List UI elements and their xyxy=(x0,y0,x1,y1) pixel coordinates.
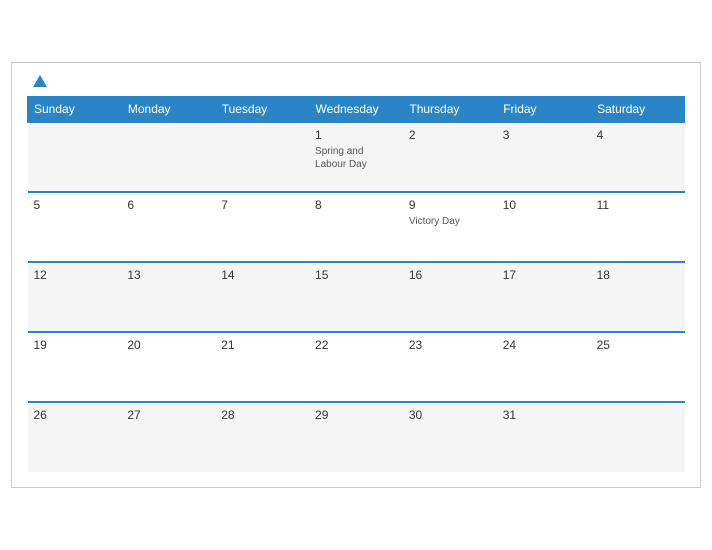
calendar-cell: 19 xyxy=(28,332,122,402)
calendar-cell xyxy=(215,122,309,192)
calendar-cell: 7 xyxy=(215,192,309,262)
calendar-container: SundayMondayTuesdayWednesdayThursdayFrid… xyxy=(11,62,701,488)
day-number: 4 xyxy=(597,128,679,142)
day-number: 13 xyxy=(127,268,209,282)
day-number: 19 xyxy=(34,338,116,352)
weekday-header-thursday: Thursday xyxy=(403,97,497,123)
calendar-cell: 13 xyxy=(121,262,215,332)
week-row-2: 56789 Victory Day 10 11 xyxy=(28,192,685,262)
day-number: 18 xyxy=(597,268,679,282)
day-number: 9 xyxy=(409,198,491,212)
day-number: 28 xyxy=(221,408,303,422)
calendar-cell: 21 xyxy=(215,332,309,402)
day-number: 30 xyxy=(409,408,491,422)
calendar-cell: 29 xyxy=(309,402,403,472)
day-number: 14 xyxy=(221,268,303,282)
calendar-cell: 4 xyxy=(591,122,685,192)
day-number: 17 xyxy=(503,268,585,282)
day-number: 21 xyxy=(221,338,303,352)
day-number: 27 xyxy=(127,408,209,422)
calendar-cell: 28 xyxy=(215,402,309,472)
calendar-cell: 5 xyxy=(28,192,122,262)
day-number: 10 xyxy=(503,198,585,212)
calendar-cell: 17 xyxy=(497,262,591,332)
calendar-cell: 6 xyxy=(121,192,215,262)
week-row-4: 19 20 21 22 23 24 25 xyxy=(28,332,685,402)
calendar-cell xyxy=(591,402,685,472)
weekday-header-friday: Friday xyxy=(497,97,591,123)
weekday-header-row: SundayMondayTuesdayWednesdayThursdayFrid… xyxy=(28,97,685,123)
day-number: 26 xyxy=(34,408,116,422)
holiday-text: Victory Day xyxy=(409,215,491,228)
day-number: 25 xyxy=(597,338,679,352)
calendar-cell: 25 xyxy=(591,332,685,402)
day-number: 1 xyxy=(315,128,397,142)
calendar-cell xyxy=(121,122,215,192)
day-number: 6 xyxy=(127,198,209,212)
weekday-header-monday: Monday xyxy=(121,97,215,123)
calendar-cell: 2 xyxy=(403,122,497,192)
day-number: 22 xyxy=(315,338,397,352)
day-number: 11 xyxy=(597,198,679,212)
calendar-cell: 18 xyxy=(591,262,685,332)
day-number: 23 xyxy=(409,338,491,352)
logo-triangle-icon xyxy=(33,75,47,87)
day-number: 8 xyxy=(315,198,397,212)
weekday-header-saturday: Saturday xyxy=(591,97,685,123)
weekday-header-wednesday: Wednesday xyxy=(309,97,403,123)
calendar-header xyxy=(27,73,685,88)
calendar-cell: 12 xyxy=(28,262,122,332)
day-number: 20 xyxy=(127,338,209,352)
holiday-text: Spring and Labour Day xyxy=(315,145,397,171)
weekday-header-tuesday: Tuesday xyxy=(215,97,309,123)
calendar-cell: 23 xyxy=(403,332,497,402)
week-row-5: 26 27 28 29 30 31 xyxy=(28,402,685,472)
day-number: 31 xyxy=(503,408,585,422)
day-number: 12 xyxy=(34,268,116,282)
day-number: 16 xyxy=(409,268,491,282)
calendar-cell: 10 xyxy=(497,192,591,262)
weekday-header-sunday: Sunday xyxy=(28,97,122,123)
day-number: 2 xyxy=(409,128,491,142)
calendar-cell: 14 xyxy=(215,262,309,332)
calendar-cell: 20 xyxy=(121,332,215,402)
calendar-cell: 3 xyxy=(497,122,591,192)
calendar-cell: 1 Spring and Labour Day xyxy=(309,122,403,192)
calendar-cell: 30 xyxy=(403,402,497,472)
calendar-cell: 31 xyxy=(497,402,591,472)
day-number: 24 xyxy=(503,338,585,352)
day-number: 7 xyxy=(221,198,303,212)
calendar-cell: 11 xyxy=(591,192,685,262)
calendar-cell: 27 xyxy=(121,402,215,472)
calendar-cell: 22 xyxy=(309,332,403,402)
calendar-cell: 24 xyxy=(497,332,591,402)
week-row-1: 1 Spring and Labour Day 234 xyxy=(28,122,685,192)
calendar-cell: 16 xyxy=(403,262,497,332)
calendar-cell: 15 xyxy=(309,262,403,332)
calendar-cell: 9 Victory Day xyxy=(403,192,497,262)
week-row-3: 12 13 14 15 16 17 18 xyxy=(28,262,685,332)
day-number: 5 xyxy=(34,198,116,212)
calendar-cell xyxy=(28,122,122,192)
logo xyxy=(27,73,55,88)
day-number: 3 xyxy=(503,128,585,142)
day-number: 15 xyxy=(315,268,397,282)
calendar-cell: 26 xyxy=(28,402,122,472)
day-number: 29 xyxy=(315,408,397,422)
calendar-cell: 8 xyxy=(309,192,403,262)
calendar-grid: SundayMondayTuesdayWednesdayThursdayFrid… xyxy=(27,96,685,472)
